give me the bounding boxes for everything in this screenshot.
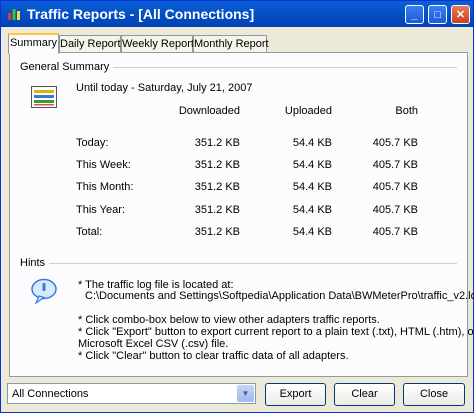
- summary-panel: General Summary Until today - Saturday, …: [9, 52, 474, 377]
- general-summary-label: General Summary: [20, 61, 114, 73]
- hints-group: Hints: [20, 257, 457, 269]
- downloaded-value: 351.2 KB: [194, 226, 240, 238]
- connection-select-value: All Connections: [12, 388, 89, 400]
- traffic-reports-window: Traffic Reports - [All Connections] _ □ …: [0, 0, 474, 413]
- row-label: Total:: [76, 226, 103, 238]
- tab-monthly-report[interactable]: Monthly Report: [193, 35, 269, 52]
- tab-summary[interactable]: Summary: [8, 33, 59, 54]
- hint-line: * Click "Export" button to export curren…: [78, 326, 474, 338]
- row-label: This Year:: [76, 204, 125, 216]
- connection-select[interactable]: All Connections ▼: [7, 383, 256, 404]
- both-value: 405.7 KB: [372, 137, 418, 149]
- both-value: 405.7 KB: [372, 181, 418, 193]
- close-window-button[interactable]: ✕: [451, 5, 470, 24]
- both-value: 405.7 KB: [372, 159, 418, 171]
- uploaded-value: 54.4 KB: [292, 159, 332, 171]
- general-summary-group: General Summary: [20, 61, 457, 73]
- uploaded-value: 54.4 KB: [292, 204, 332, 216]
- hint-line: * Click "Clear" button to clear traffic …: [78, 350, 349, 362]
- hint-log-path: C:\Documents and Settings\Softpedia\Appl…: [85, 290, 474, 302]
- hint-line: Microsoft Excel CSV (.csv) file.: [78, 338, 229, 350]
- uploaded-value: 54.4 KB: [292, 181, 332, 193]
- row-label: Today:: [76, 137, 109, 149]
- row-label: This Week:: [76, 159, 131, 171]
- both-value: 405.7 KB: [372, 226, 418, 238]
- minimize-button[interactable]: _: [405, 5, 424, 24]
- title-bar[interactable]: Traffic Reports - [All Connections] _ □ …: [1, 1, 473, 27]
- uploaded-value: 54.4 KB: [292, 137, 332, 149]
- row-label: This Month:: [76, 181, 134, 193]
- both-value: 405.7 KB: [372, 204, 418, 216]
- column-header-uploaded: Uploaded: [284, 105, 332, 117]
- downloaded-value: 351.2 KB: [194, 159, 240, 171]
- report-icon: [31, 86, 57, 108]
- column-header-downloaded: Downloaded: [178, 105, 240, 117]
- tab-daily-report[interactable]: Daily Report: [59, 35, 121, 52]
- export-button[interactable]: Export: [265, 383, 326, 406]
- uploaded-value: 54.4 KB: [292, 226, 332, 238]
- hints-label: Hints: [20, 257, 50, 269]
- tab-weekly-report[interactable]: Weekly Report: [121, 35, 194, 52]
- downloaded-value: 351.2 KB: [194, 181, 240, 193]
- close-button[interactable]: Close: [403, 383, 465, 406]
- hint-line: * Click combo-box below to view other ad…: [78, 314, 380, 326]
- clear-button[interactable]: Clear: [334, 383, 395, 406]
- hint-bubble-icon: [31, 278, 57, 304]
- app-icon: [8, 9, 20, 20]
- dropdown-arrow-icon[interactable]: ▼: [237, 385, 254, 402]
- maximize-button[interactable]: □: [428, 5, 447, 24]
- downloaded-value: 351.2 KB: [194, 137, 240, 149]
- downloaded-value: 351.2 KB: [194, 204, 240, 216]
- column-header-both: Both: [395, 105, 418, 117]
- period-text: Until today - Saturday, July 21, 2007: [76, 82, 253, 94]
- window-title: Traffic Reports - [All Connections]: [27, 6, 255, 22]
